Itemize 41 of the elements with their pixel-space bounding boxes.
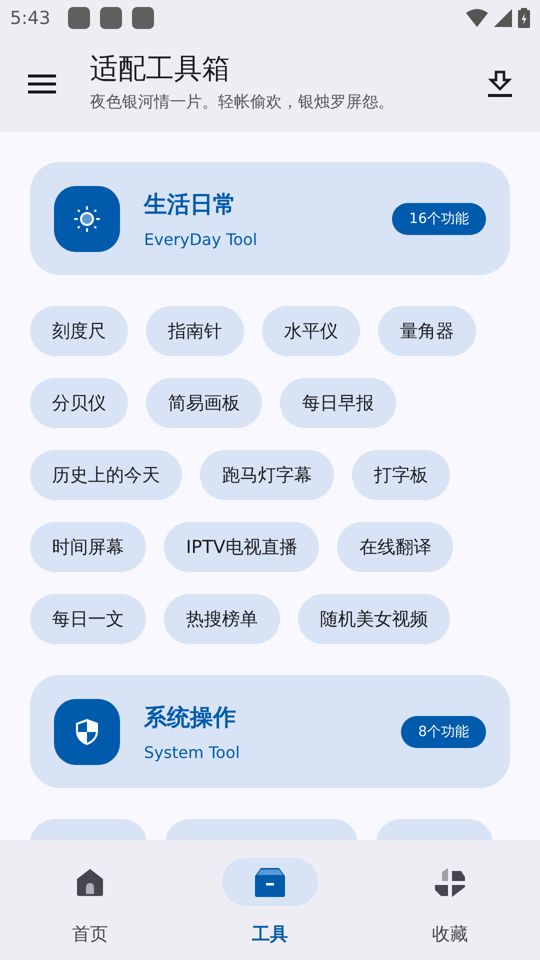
feature-count-badge: 16个功能	[392, 202, 486, 234]
tool-chip[interactable]: 每日一文	[30, 594, 146, 644]
tool-chip[interactable]: 每日早报	[280, 378, 396, 428]
status-time: 5:43	[10, 8, 50, 28]
category-title: 生活日常	[144, 190, 237, 220]
tool-chip[interactable]: 热搜榜单	[164, 594, 280, 644]
tool-chip[interactable]: 简易画板	[146, 378, 262, 428]
signal-icon	[494, 9, 512, 27]
tool-chip[interactable]: 指南针	[146, 306, 244, 356]
notification-icon	[132, 7, 154, 29]
category-title: 系统操作	[144, 704, 237, 732]
nav-tab[interactable]: 工具	[180, 840, 360, 960]
app-subtitle: 夜色银河情一片。轻帐偷欢，银烛罗屏怨。	[90, 92, 395, 112]
category-subtitle: EveryDay Tool	[144, 230, 258, 248]
battery-icon	[518, 8, 530, 28]
tool-chip[interactable]: 在线翻译	[337, 522, 454, 572]
app-title: 适配工具箱	[90, 50, 231, 86]
notification-icon	[100, 7, 122, 29]
tool-chip[interactable]: 分贝仪	[30, 378, 128, 428]
tool-chip[interactable]: 水平仪	[262, 306, 360, 356]
category-card[interactable]: 系统操作 System Tool 8个功能	[30, 675, 510, 788]
nav-tab[interactable]: 首页	[0, 840, 180, 960]
tool-chip[interactable]: 量角器	[378, 306, 476, 356]
category-subtitle: System Tool	[144, 742, 241, 762]
tool-chip[interactable]: IPTV电视直播	[164, 522, 320, 572]
notification-icon	[68, 7, 90, 29]
tool-chip[interactable]: 刻度尺	[30, 306, 128, 356]
tool-chip[interactable]: 历史上的今天	[30, 450, 182, 500]
pinwheel-icon	[434, 866, 466, 898]
feature-count-badge: 8个功能	[401, 716, 486, 748]
tool-chip[interactable]: 跑马灯字幕	[200, 450, 334, 500]
shield-icon	[74, 718, 100, 746]
tool-chip[interactable]: 随机美女视频	[298, 594, 450, 644]
sun-icon	[73, 204, 101, 232]
tool-chip[interactable]: 打字板	[352, 450, 450, 500]
category-card[interactable]: 生活日常 EveryDay Tool 16个功能	[30, 162, 510, 275]
home-icon	[74, 866, 106, 898]
nav-tab[interactable]: 收藏	[360, 840, 540, 960]
wifi-icon	[466, 9, 488, 27]
tool-chip[interactable]: 时间屏幕	[30, 522, 146, 572]
archive-box-icon	[254, 866, 286, 898]
